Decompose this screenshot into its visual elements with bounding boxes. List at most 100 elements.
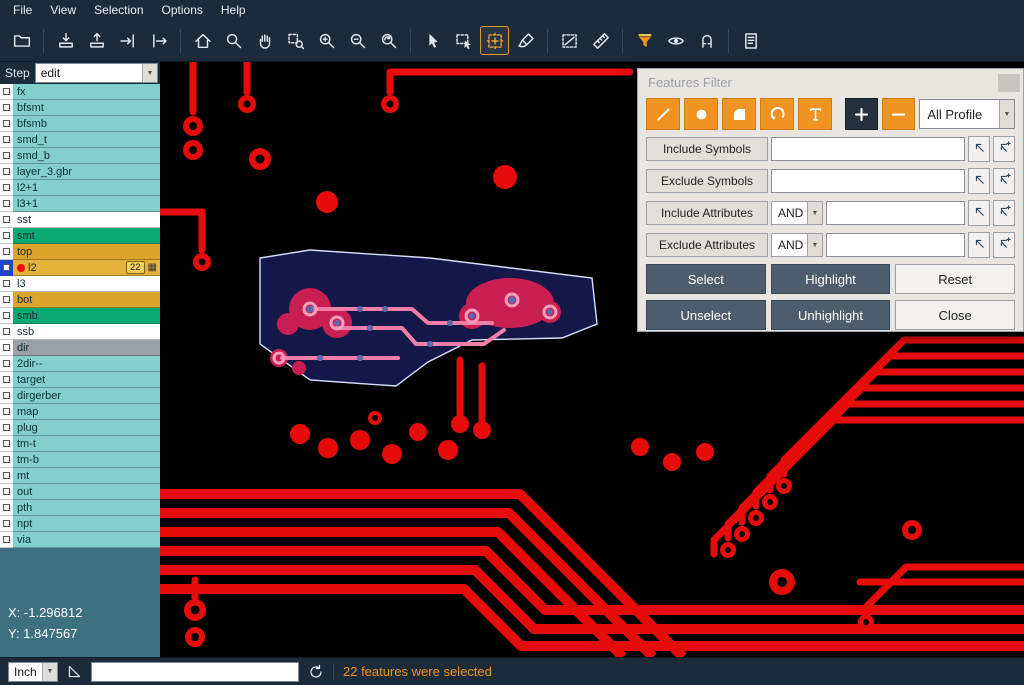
layer-visibility-checkbox[interactable] bbox=[0, 100, 13, 116]
layer-visibility-checkbox[interactable] bbox=[0, 308, 13, 324]
pick-symbol-add-button[interactable] bbox=[993, 168, 1015, 194]
layer-visibility-checkbox[interactable] bbox=[0, 196, 13, 212]
pick-attribute-button[interactable] bbox=[968, 232, 990, 258]
layer-row-dirgerber[interactable]: dirgerber bbox=[0, 388, 160, 404]
layer-row-2dir-[interactable]: 2dir-- bbox=[0, 356, 160, 372]
exclude-attributes-input[interactable] bbox=[826, 233, 965, 257]
layer-label[interactable]: out bbox=[13, 484, 160, 500]
menu-item-file[interactable]: File bbox=[4, 1, 41, 19]
dialog-title-bar[interactable]: Features Filter bbox=[638, 69, 1023, 93]
layer-label[interactable]: target bbox=[13, 372, 160, 388]
exclude-symbols-button[interactable]: Exclude Symbols bbox=[646, 169, 768, 193]
filter-line-tool[interactable] bbox=[646, 98, 680, 130]
layer-row-tm-t[interactable]: tm-t bbox=[0, 436, 160, 452]
chevron-down-icon[interactable]: ▼ bbox=[807, 202, 822, 224]
layer-label[interactable]: fx bbox=[13, 84, 160, 100]
layer-label[interactable]: layer_3.gbr bbox=[13, 164, 160, 180]
import-tool[interactable] bbox=[51, 26, 80, 55]
layer-visibility-checkbox[interactable] bbox=[0, 132, 13, 148]
layer-row-l2-1[interactable]: l2+1 bbox=[0, 180, 160, 196]
layer-label[interactable]: dir bbox=[13, 340, 160, 356]
chevron-down-icon[interactable]: ▼ bbox=[807, 234, 822, 256]
layer-row-l3[interactable]: l3 bbox=[0, 276, 160, 292]
view-options-tool[interactable] bbox=[661, 26, 690, 55]
layer-visibility-checkbox[interactable] bbox=[0, 244, 13, 260]
layer-row-via[interactable]: via bbox=[0, 532, 160, 548]
layer-row-l3-1[interactable]: l3+1 bbox=[0, 196, 160, 212]
pick-attribute-add-button[interactable] bbox=[993, 232, 1015, 258]
feature-select-tool[interactable] bbox=[480, 26, 509, 55]
layer-label[interactable]: smd_t bbox=[13, 132, 160, 148]
layer-label[interactable]: tm-t bbox=[13, 436, 160, 452]
include-symbols-button[interactable]: Include Symbols bbox=[646, 137, 768, 161]
layer-visibility-checkbox[interactable] bbox=[0, 356, 13, 372]
chevron-down-icon[interactable]: ▼ bbox=[999, 100, 1014, 128]
layer-row-sst[interactable]: sst bbox=[0, 212, 160, 228]
angle-icon[interactable] bbox=[67, 664, 82, 679]
pick-symbol-add-button[interactable] bbox=[993, 136, 1015, 162]
layer-label[interactable]: bfsmb bbox=[13, 116, 160, 132]
layer-label[interactable]: npt bbox=[13, 516, 160, 532]
layer-row-mt[interactable]: mt bbox=[0, 468, 160, 484]
layer-row-npt[interactable]: npt bbox=[0, 516, 160, 532]
layer-label[interactable]: tm-b bbox=[13, 452, 160, 468]
layer-visibility-checkbox[interactable] bbox=[0, 228, 13, 244]
chevron-down-icon[interactable]: ▼ bbox=[142, 64, 157, 82]
layer-row-layer-3-gbr[interactable]: layer_3.gbr bbox=[0, 164, 160, 180]
close-button[interactable]: Close bbox=[895, 300, 1015, 330]
brush-tool[interactable] bbox=[511, 26, 540, 55]
layer-row-target[interactable]: target bbox=[0, 372, 160, 388]
layer-visibility-checkbox[interactable] bbox=[0, 436, 13, 452]
layer-row-smt[interactable]: smt bbox=[0, 228, 160, 244]
zoom-window-tool[interactable] bbox=[219, 26, 248, 55]
filter-arc-tool[interactable] bbox=[760, 98, 794, 130]
filter-pad-tool[interactable] bbox=[684, 98, 718, 130]
step-in-tool[interactable] bbox=[113, 26, 142, 55]
layer-row-pth[interactable]: pth bbox=[0, 500, 160, 516]
highlight-button[interactable]: Highlight bbox=[771, 264, 891, 294]
layer-visibility-checkbox[interactable] bbox=[0, 420, 13, 436]
reset-button[interactable]: Reset bbox=[895, 264, 1015, 294]
layer-label[interactable]: smd_b bbox=[13, 148, 160, 164]
select-button[interactable]: Select bbox=[646, 264, 766, 294]
layer-visibility-checkbox[interactable] bbox=[0, 164, 13, 180]
layer-visibility-checkbox[interactable] bbox=[0, 116, 13, 132]
unselect-button[interactable]: Unselect bbox=[646, 300, 766, 330]
layer-row-top[interactable]: top bbox=[0, 244, 160, 260]
layer-visibility-checkbox[interactable] bbox=[0, 452, 13, 468]
layer-label[interactable]: l3+1 bbox=[13, 196, 160, 212]
layer-label[interactable]: top bbox=[13, 244, 160, 260]
menu-item-view[interactable]: View bbox=[41, 1, 85, 19]
layer-label[interactable]: l2+1 bbox=[13, 180, 160, 196]
command-input[interactable] bbox=[91, 662, 299, 682]
layer-label[interactable]: dirgerber bbox=[13, 388, 160, 404]
layer-label[interactable]: 2dir-- bbox=[13, 356, 160, 372]
zoom-in-tool[interactable] bbox=[312, 26, 341, 55]
line-select-tool[interactable] bbox=[555, 26, 584, 55]
layer-row-bfsmt[interactable]: bfsmt bbox=[0, 100, 160, 116]
remove-mode-button[interactable] bbox=[882, 98, 915, 130]
layer-label[interactable]: smt bbox=[13, 228, 160, 244]
layer-visibility-checkbox[interactable] bbox=[0, 340, 13, 356]
layer-row-bfsmb[interactable]: bfsmb bbox=[0, 116, 160, 132]
dialog-close-button[interactable] bbox=[998, 74, 1020, 92]
layer-visibility-checkbox[interactable] bbox=[0, 532, 13, 548]
layer-visibility-checkbox[interactable] bbox=[0, 500, 13, 516]
layer-row-bot[interactable]: bot bbox=[0, 292, 160, 308]
pointer-tool[interactable] bbox=[418, 26, 447, 55]
refresh-icon[interactable] bbox=[308, 664, 324, 680]
exclude-attributes-button[interactable]: Exclude Attributes bbox=[646, 233, 768, 257]
exclude-symbols-input[interactable] bbox=[771, 169, 965, 193]
layer-visibility-checkbox[interactable] bbox=[0, 404, 13, 420]
include-attributes-button[interactable]: Include Attributes bbox=[646, 201, 768, 225]
layer-row-dir[interactable]: dir bbox=[0, 340, 160, 356]
step-out-tool[interactable] bbox=[144, 26, 173, 55]
menu-item-options[interactable]: Options bbox=[153, 1, 212, 19]
layer-visibility-checkbox[interactable] bbox=[0, 388, 13, 404]
layer-visibility-checkbox[interactable] bbox=[0, 484, 13, 500]
layer-label[interactable]: l222▦ bbox=[13, 260, 160, 276]
layer-label[interactable]: sst bbox=[13, 212, 160, 228]
layer-row-smd-t[interactable]: smd_t bbox=[0, 132, 160, 148]
menu-item-selection[interactable]: Selection bbox=[85, 1, 152, 19]
layer-row-map[interactable]: map bbox=[0, 404, 160, 420]
